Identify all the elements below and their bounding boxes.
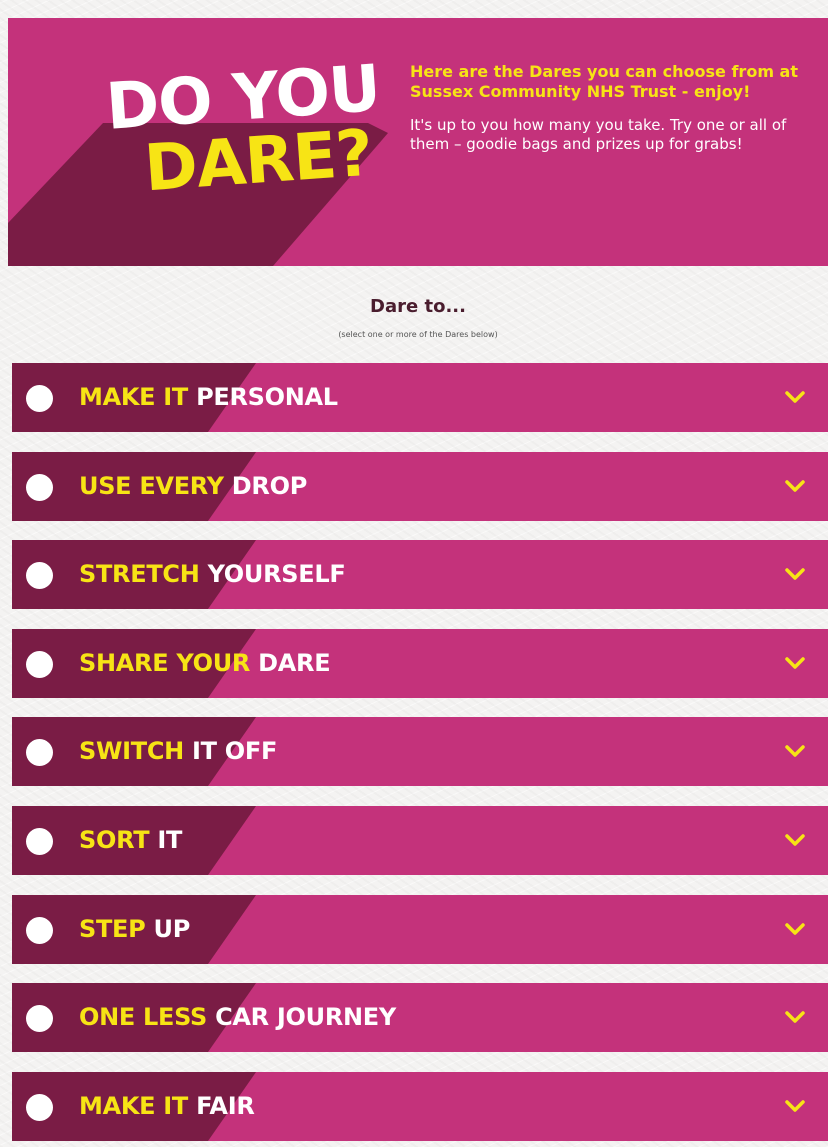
chevron-down-icon[interactable] bbox=[784, 743, 806, 759]
dare-item[interactable]: USE EVERY DROP bbox=[12, 452, 828, 521]
dare-label-rest: DROP bbox=[231, 472, 308, 500]
intro-body: It's up to you how many you take. Try on… bbox=[410, 116, 787, 153]
radio-unchecked-icon[interactable] bbox=[26, 1005, 53, 1032]
radio-unchecked-icon[interactable] bbox=[26, 651, 53, 678]
dare-label-rest: IT OFF bbox=[192, 737, 278, 765]
dare-label-rest: YOURSELF bbox=[207, 560, 346, 588]
chevron-down-icon[interactable] bbox=[784, 832, 806, 848]
dare-item[interactable]: SWITCH IT OFF bbox=[12, 717, 828, 786]
radio-unchecked-icon[interactable] bbox=[26, 917, 53, 944]
dare-label-highlight: STEP bbox=[79, 915, 146, 943]
chevron-down-icon[interactable] bbox=[784, 389, 806, 405]
chevron-down-icon[interactable] bbox=[784, 1098, 806, 1114]
dare-label-highlight: SHARE YOUR bbox=[79, 649, 251, 677]
dare-item[interactable]: SORT IT bbox=[12, 806, 828, 875]
chevron-down-icon[interactable] bbox=[784, 655, 806, 671]
dare-item[interactable]: ONE LESS CAR JOURNEY bbox=[12, 983, 828, 1052]
dare-label: ONE LESS CAR JOURNEY bbox=[79, 1002, 396, 1032]
dare-label-rest: CAR JOURNEY bbox=[215, 1003, 396, 1031]
dare-label-highlight: STRETCH bbox=[79, 560, 200, 588]
dare-item[interactable]: STEP UP bbox=[12, 895, 828, 964]
section-subtitle: (select one or more of the Dares below) bbox=[338, 330, 498, 339]
chevron-down-icon[interactable] bbox=[784, 478, 806, 494]
intro-heading: Here are the Dares you can choose from a… bbox=[410, 62, 798, 101]
dare-label-rest: IT bbox=[157, 826, 183, 854]
radio-unchecked-icon[interactable] bbox=[26, 1094, 53, 1121]
chevron-down-icon[interactable] bbox=[784, 566, 806, 582]
dare-label: MAKE IT PERSONAL bbox=[79, 382, 338, 412]
dare-label-highlight: MAKE IT bbox=[79, 383, 189, 411]
dare-label: SWITCH IT OFF bbox=[79, 736, 277, 766]
radio-unchecked-icon[interactable] bbox=[26, 739, 53, 766]
dare-item[interactable]: SHARE YOUR DARE bbox=[12, 629, 828, 698]
dare-label-rest: DARE bbox=[258, 649, 331, 677]
dare-item[interactable]: MAKE IT FAIR bbox=[12, 1072, 828, 1141]
dare-label-highlight: SWITCH bbox=[79, 737, 184, 765]
dare-label: SORT IT bbox=[79, 825, 182, 855]
dare-label: MAKE IT FAIR bbox=[79, 1091, 255, 1121]
section-title: Dare to... bbox=[370, 296, 466, 317]
header-banner: DO YOU DARE? Here are the Dares you can … bbox=[8, 18, 828, 266]
dare-label-highlight: SORT bbox=[79, 826, 150, 854]
dare-label-highlight: USE EVERY bbox=[79, 472, 224, 500]
dare-label: SHARE YOUR DARE bbox=[79, 648, 331, 678]
dare-item[interactable]: STRETCH YOURSELF bbox=[12, 540, 828, 609]
do-you-dare-logo: DO YOU DARE? bbox=[104, 52, 414, 226]
dare-label: STEP UP bbox=[79, 914, 190, 944]
chevron-down-icon[interactable] bbox=[784, 921, 806, 937]
dare-label-highlight: ONE LESS bbox=[79, 1003, 208, 1031]
dare-label-rest: FAIR bbox=[196, 1092, 255, 1120]
dare-label-rest: UP bbox=[153, 915, 191, 943]
dare-label-highlight: MAKE IT bbox=[79, 1092, 189, 1120]
radio-unchecked-icon[interactable] bbox=[26, 562, 53, 589]
dare-label: STRETCH YOURSELF bbox=[79, 559, 346, 589]
chevron-down-icon[interactable] bbox=[784, 1009, 806, 1025]
radio-unchecked-icon[interactable] bbox=[26, 474, 53, 501]
radio-unchecked-icon[interactable] bbox=[26, 828, 53, 855]
radio-unchecked-icon[interactable] bbox=[26, 385, 53, 412]
intro-text: Here are the Dares you can choose from a… bbox=[410, 62, 810, 154]
dare-label-rest: PERSONAL bbox=[196, 383, 338, 411]
logo-line-2: DARE? bbox=[142, 116, 375, 207]
dare-item[interactable]: MAKE IT PERSONAL bbox=[12, 363, 828, 432]
dare-label: USE EVERY DROP bbox=[79, 471, 307, 501]
